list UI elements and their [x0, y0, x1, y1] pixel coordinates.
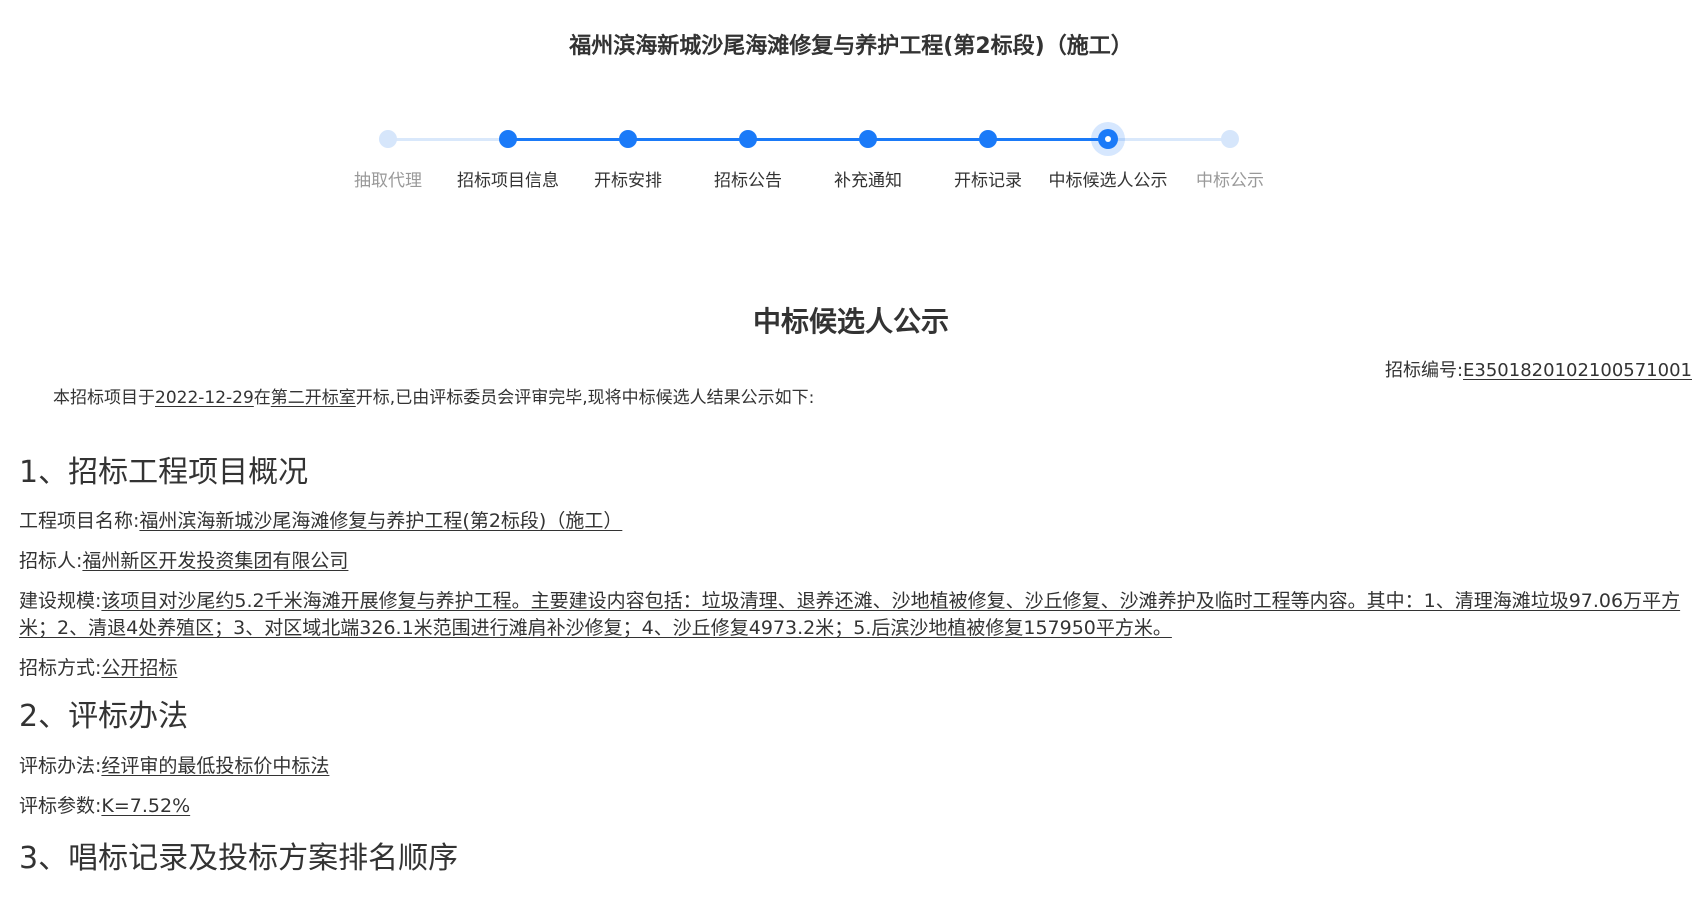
step-dot: [379, 130, 397, 148]
step-dot: [739, 130, 757, 148]
project-name-field: 工程项目名称:福州滨海新城沙尾海滩修复与养护工程(第2标段)（施工）: [19, 508, 1684, 535]
field-value: 该项目对沙尾约5.2千米海滩开展修复与养护工程。主要建设内容包括：垃圾清理、退养…: [19, 590, 1681, 639]
step-label: 中标公示: [1196, 171, 1264, 191]
field-value: 福州新区开发投资集团有限公司: [82, 550, 349, 572]
field-label: 评标办法:: [19, 755, 102, 777]
step-award-announcement[interactable]: 中标公示: [1150, 128, 1310, 191]
intro-prefix: 本招标项目于: [53, 388, 155, 408]
bid-number: 招标编号:E3501820102100571001: [1385, 356, 1692, 382]
section-heading: 1、招标工程项目概况: [19, 455, 309, 490]
step-dot: [619, 130, 637, 148]
step-dot: [979, 130, 997, 148]
field-value: K=7.52%: [101, 795, 191, 817]
field-value: 经评审的最低投标价中标法: [101, 755, 330, 777]
main-content: 1、招标工程项目概况 工程项目名称:福州滨海新城沙尾海滩修复与养护工程(第2标段…: [19, 454, 1684, 878]
notice-title: 中标候选人公示: [752, 305, 949, 338]
field-label: 工程项目名称:: [19, 510, 140, 532]
opening-room: 第二开标室: [270, 388, 356, 408]
opening-date: 2022-12-29: [155, 388, 254, 408]
field-label: 建设规模:: [19, 590, 102, 612]
step-dot: [859, 130, 877, 148]
intro-suffix: 开标,已由评标委员会评审完毕,现将中标候选人结果公示如下:: [355, 388, 815, 408]
evaluation-parameter-field: 评标参数:K=7.52%: [19, 793, 1684, 820]
bid-number-value: E3501820102100571001: [1463, 360, 1692, 381]
field-label: 招标人:: [19, 550, 83, 572]
intro-text: 本招标项目于2022-12-29在第二开标室开标,已由评标委员会评审完毕,现将中…: [53, 383, 814, 408]
field-label: 评标参数:: [19, 795, 102, 817]
progress-stepper: 抽取代理 招标项目信息 开标安排 招标公告 补充通知 开标记录 中标候选人公示 …: [0, 0, 1702, 200]
evaluation-method-field: 评标办法:经评审的最低投标价中标法: [19, 753, 1684, 780]
construction-scale-field: 建设规模:该项目对沙尾约5.2千米海滩开展修复与养护工程。主要建设内容包括：垃圾…: [19, 588, 1684, 642]
section-heading: 3、唱标记录及投标方案排名顺序: [19, 841, 459, 876]
intro-mid: 在: [253, 388, 271, 408]
step-dot: [1221, 130, 1239, 148]
section-heading: 2、评标办法: [19, 699, 189, 734]
field-label: 招标方式:: [19, 657, 102, 679]
tenderer-field: 招标人:福州新区开发投资集团有限公司: [19, 548, 1684, 575]
step-dot: [499, 130, 517, 148]
step-dot-current: [1091, 122, 1125, 156]
field-value: 公开招标: [101, 657, 178, 679]
field-value: 福州滨海新城沙尾海滩修复与养护工程(第2标段)（施工）: [139, 510, 623, 532]
bid-number-label: 招标编号:: [1384, 360, 1464, 381]
tender-method-field: 招标方式:公开招标: [19, 655, 1684, 682]
